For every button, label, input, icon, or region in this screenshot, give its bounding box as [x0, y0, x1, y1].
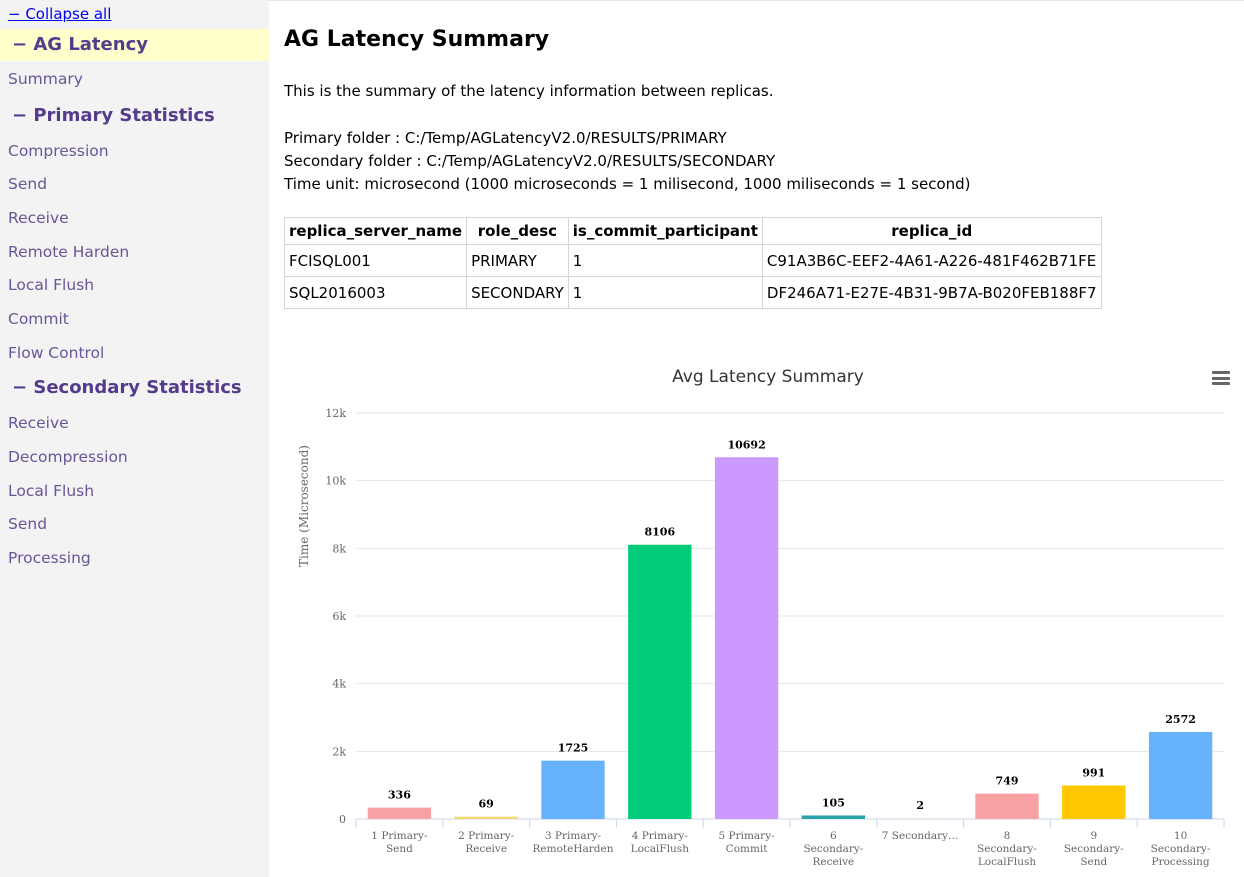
table-cell: 1	[567, 276, 763, 309]
bar	[628, 544, 692, 819]
sidebar-group-secondary-statistics[interactable]: − Secondary Statistics	[0, 372, 269, 404]
bar	[714, 457, 779, 819]
bar	[541, 760, 605, 819]
column-header-role-desc: role_desc	[466, 217, 569, 245]
table-cell: DF246A71-E27E-4B31-9B7A-B020FEB188F7	[761, 276, 1102, 309]
sidebar-item-primary-send[interactable]: Send	[8, 175, 47, 193]
x-tick-label: 5 Primary-Commit	[719, 830, 776, 855]
summary-description: This is the summary of the latency infor…	[284, 82, 774, 100]
table-cell: C91A3B6C-EEF2-4A61-A226-481F462B71FE	[761, 244, 1102, 277]
data-label: 10692	[727, 438, 765, 451]
sidebar-nav: − Collapse all − AG Latency Summary − Pr…	[0, 0, 269, 877]
table-header-row: replica_server_name role_desc is_commit_…	[283, 217, 1102, 245]
replica-table: replica_server_name role_desc is_commit_…	[283, 217, 1102, 309]
x-tick-label: 9 Secondary-Send	[1064, 830, 1124, 868]
page-title: AG Latency Summary	[284, 27, 550, 52]
data-label: 105	[822, 796, 845, 809]
sidebar-item-secondary-send[interactable]: Send	[8, 515, 47, 533]
chart-title: Avg Latency Summary	[672, 367, 864, 387]
sidebar-item-primary-local-flush[interactable]: Local Flush	[8, 276, 94, 294]
table-cell: FCISQL001	[283, 244, 468, 277]
column-header-is-commit-participant: is_commit_participant	[567, 217, 763, 245]
x-tick-label: 4 Primary-LocalFlush	[631, 830, 690, 855]
avg-latency-chart: Avg Latency Summary Time (Microsecond) 0 2k…	[297, 367, 1225, 868]
sidebar-group-ag-latency[interactable]: − AG Latency	[0, 29, 269, 61]
x-tick-label: 3 Primary-RemoteHarden	[533, 830, 614, 855]
sidebar-item-primary-flow-control[interactable]: Flow Control	[8, 344, 104, 362]
table-cell: 1	[567, 244, 763, 277]
table-cell: PRIMARY	[466, 244, 569, 277]
x-tick-label: 7 Secondary…	[882, 830, 959, 842]
data-label: 69	[479, 798, 494, 811]
data-label: 8106	[644, 526, 675, 539]
y-axis-label: Time (Microsecond)	[297, 445, 311, 567]
data-label: 2	[916, 799, 924, 812]
x-tick-label: 1 Primary-Send	[371, 830, 428, 855]
bar	[1062, 785, 1126, 819]
table-cell: SECONDARY	[466, 276, 569, 309]
sidebar-item-summary[interactable]: Summary	[8, 70, 83, 88]
column-header-replica-id: replica_id	[761, 217, 1102, 245]
time-unit-text: Time unit: microsecond (1000 microsecond…	[284, 175, 971, 193]
x-tick-label: 8 Secondary-LocalFlush	[977, 830, 1037, 868]
sidebar-item-secondary-receive[interactable]: Receive	[8, 414, 69, 432]
y-tick-label: 4k	[332, 678, 346, 691]
secondary-folder-text: Secondary folder : C:/Temp/AGLatencyV2.0…	[284, 152, 776, 170]
data-label: 991	[1082, 766, 1105, 779]
sidebar-item-primary-remote-harden[interactable]: Remote Harden	[8, 243, 129, 261]
table-cell: SQL2016003	[283, 276, 468, 309]
bar	[975, 793, 1039, 819]
column-header-replica-server-name: replica_server_name	[283, 217, 468, 245]
table-row: SQL2016003 SECONDARY 1 DF246A71-E27E-4B3…	[283, 276, 1102, 309]
bar	[888, 818, 952, 819]
bar	[801, 815, 866, 819]
y-tick-label: 12k	[325, 407, 346, 420]
x-tick-label: 10 Secondary-Processing	[1151, 830, 1211, 868]
sidebar-item-secondary-local-flush[interactable]: Local Flush	[8, 482, 94, 500]
sidebar-item-secondary-decompression[interactable]: Decompression	[8, 448, 128, 466]
collapse-all-link[interactable]: − Collapse all	[8, 5, 111, 23]
sidebar-item-primary-compression[interactable]: Compression	[8, 142, 109, 160]
data-label: 336	[388, 789, 411, 802]
y-tick-label: 8k	[332, 542, 346, 555]
y-tick-label: 2k	[332, 745, 346, 758]
primary-folder-text: Primary folder : C:/Temp/AGLatencyV2.0/R…	[284, 129, 727, 147]
x-tick-label: 2 Primary-Receive	[458, 830, 515, 855]
y-tick-label: 0	[339, 813, 346, 826]
x-tick-label: 6 Secondary-Receive	[803, 830, 863, 868]
data-label: 2572	[1165, 713, 1196, 726]
sidebar-group-primary-statistics[interactable]: − Primary Statistics	[0, 100, 269, 132]
bar	[1148, 731, 1213, 819]
bar	[454, 816, 518, 819]
sidebar-item-primary-receive[interactable]: Receive	[8, 209, 69, 227]
bar	[367, 807, 432, 819]
table-row: FCISQL001 PRIMARY 1 C91A3B6C-EEF2-4A61-A…	[283, 244, 1102, 277]
chart-menu-icon[interactable]	[1212, 371, 1230, 385]
data-label: 749	[996, 775, 1019, 788]
sidebar-item-secondary-processing[interactable]: Processing	[8, 549, 91, 567]
data-label: 1725	[558, 742, 589, 755]
y-tick-label: 10k	[325, 475, 346, 488]
sidebar-item-primary-commit[interactable]: Commit	[8, 310, 69, 328]
y-tick-label: 6k	[332, 610, 346, 623]
